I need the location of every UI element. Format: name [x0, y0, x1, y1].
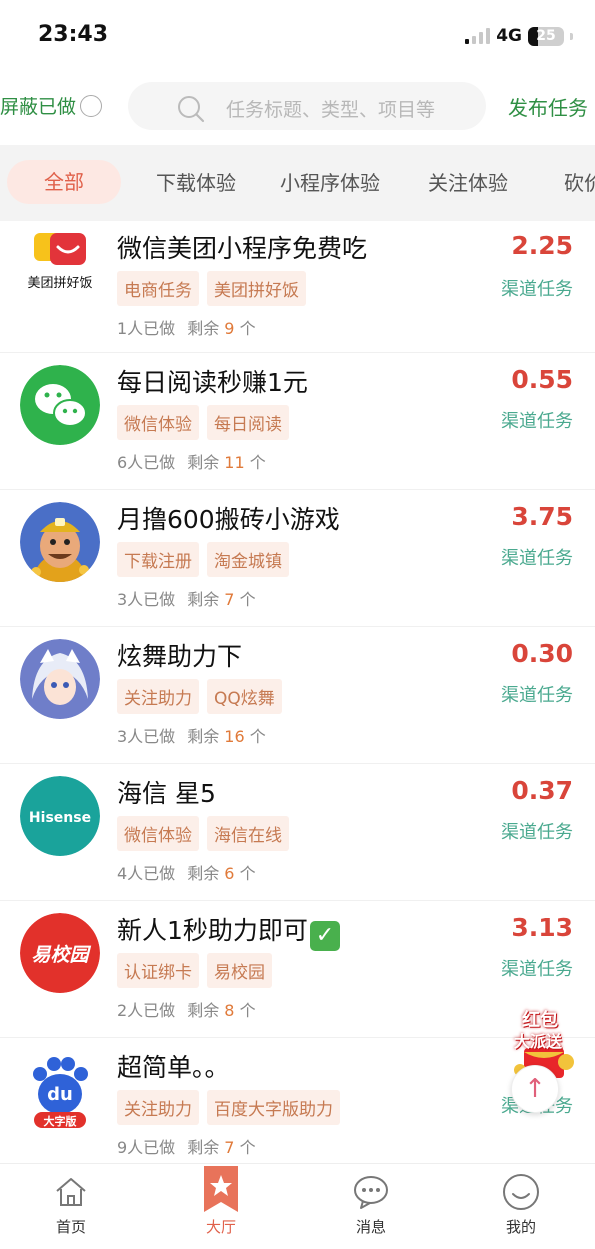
nav-profile[interactable]: 我的 — [476, 1172, 566, 1237]
task-tag: 关注助力 — [117, 1090, 199, 1125]
qq-dance-icon — [20, 639, 100, 719]
wechat-logo-icon — [20, 365, 100, 445]
channel-label: 渠道任务 — [501, 411, 573, 432]
red-packet-text-2: 大派送 — [514, 1032, 563, 1051]
task-item[interactable]: 每日阅读秒赚1元 微信体验 每日阅读 6人已做 剩余 11 个 0.55 渠道任务 — [0, 353, 595, 490]
task-price: 2.25 — [511, 231, 573, 260]
signal-icon — [465, 28, 491, 44]
category-tabs: 全部 下载体验 小程序体验 关注体验 砍价 — [0, 145, 595, 221]
tab-all[interactable]: 全部 — [7, 160, 121, 204]
channel-label: 渠道任务 — [501, 685, 573, 706]
channel-label: 渠道任务 — [501, 959, 573, 980]
task-tag: 微信体验 — [117, 816, 199, 851]
nav-hall[interactable]: 大厅 — [176, 1166, 266, 1237]
meituan-logo-icon: 美团拼好饭 — [20, 227, 100, 307]
task-meta: 3人已做 剩余 16 个 — [117, 727, 266, 746]
task-meta: 4人已做 剩余 6 个 — [117, 864, 256, 883]
channel-label: 渠道任务 — [501, 279, 573, 300]
search-placeholder: 任务标题、类型、项目等 — [226, 99, 436, 121]
channel-label: 渠道任务 — [501, 822, 573, 843]
home-icon — [56, 1178, 86, 1206]
task-title: 新人1秒助力即可 ✓ — [117, 911, 340, 951]
task-tag: 海信在线 — [207, 816, 289, 851]
task-title: 月撸600搬砖小游戏 — [117, 505, 340, 534]
hisense-logo-icon: Hisense — [20, 776, 100, 856]
hide-done-label: 屏蔽已做 — [0, 96, 77, 118]
nav-label: 我的 — [505, 1218, 536, 1236]
chat-bubble-icon — [354, 1176, 388, 1209]
status-time: 23:43 — [38, 22, 109, 47]
search-header: 屏蔽已做 任务标题、类型、项目等 发布任务 — [0, 80, 595, 134]
task-item[interactable]: 月撸600搬砖小游戏 下载注册 淘金城镇 3人已做 剩余 7 个 3.75 渠道任… — [0, 490, 595, 627]
task-item[interactable]: 炫舞助力下 关注助力 QQ炫舞 3人已做 剩余 16 个 0.30 渠道任务 — [0, 627, 595, 764]
task-tag: 电商任务 — [117, 271, 199, 306]
baidu-logo-text: du — [47, 1084, 73, 1105]
task-item[interactable]: du 大字版 超简单。。 关注助力 百度大字版助力 9人已做剩余 7 个 渠道任… — [0, 1038, 595, 1175]
yixiaoyuan-logo-icon: 易校园 — [20, 913, 100, 993]
publish-task-button[interactable]: 发布任务 — [508, 92, 588, 121]
task-price: 0.37 — [511, 776, 573, 805]
hide-done-toggle[interactable]: 屏蔽已做 — [0, 92, 103, 119]
task-meta: 2人已做 剩余 8 个 — [117, 1001, 256, 1020]
tab-follow[interactable]: 关注体验 — [428, 167, 508, 196]
task-title: 微信美团小程序免费吃 — [117, 234, 368, 263]
task-tag: 美团拼好饭 — [207, 271, 306, 306]
task-meta: 9人已做 剩余 7 个 — [117, 1138, 256, 1157]
task-item[interactable]: Hisense 海信 星5 微信体验 海信在线 4人已做 剩余 6 个 0.37 … — [0, 764, 595, 901]
task-price: 3.13 — [511, 913, 573, 942]
task-list: 美团拼好饭 微信美团小程序免费吃 电商任务 美团拼好饭 1人已做 剩余 9 个 2… — [0, 221, 595, 1175]
meituan-logo-text: 美团拼好饭 — [27, 276, 92, 291]
task-tag: 关注助力 — [117, 679, 199, 714]
star-bookmark-icon — [204, 1166, 238, 1212]
task-meta: 6人已做 剩余 11 个 — [117, 453, 266, 472]
task-tag: QQ炫舞 — [207, 679, 282, 714]
search-icon — [178, 96, 205, 123]
battery-icon: 25 — [528, 26, 564, 46]
task-meta: 1人已做 剩余 9 个 — [117, 319, 256, 338]
nav-label: 消息 — [355, 1218, 386, 1236]
task-tag: 百度大字版助力 — [207, 1090, 340, 1125]
task-tag: 每日阅读 — [207, 405, 289, 440]
task-tag: 易校园 — [207, 953, 272, 988]
hisense-logo-text: Hisense — [29, 810, 91, 826]
status-bar: 23:43 4G 25 — [0, 0, 595, 72]
task-tag: 认证绑卡 — [117, 953, 199, 988]
nav-label: 大厅 — [205, 1218, 236, 1236]
task-title: 超简单。。 — [117, 1053, 230, 1082]
task-price: 0.30 — [511, 639, 573, 668]
miner-game-icon — [20, 502, 100, 582]
network-type: 4G — [496, 26, 522, 46]
yixiaoyuan-logo-text: 易校园 — [31, 944, 91, 966]
nav-label: 首页 — [55, 1218, 86, 1236]
radio-circle-icon[interactable] — [80, 94, 103, 117]
channel-label: 渠道任务 — [501, 548, 573, 569]
baidu-logo-subtext: 大字版 — [44, 1114, 77, 1128]
smile-face-icon — [503, 1174, 539, 1210]
arrow-up-icon[interactable]: ↑ — [511, 1065, 559, 1113]
nav-messages[interactable]: 消息 — [326, 1172, 416, 1237]
battery-level: 25 — [536, 27, 556, 44]
status-indicators: 4G 25 — [465, 26, 573, 46]
task-price: 0.55 — [511, 365, 573, 394]
task-tag: 下载注册 — [117, 542, 199, 577]
task-tag: 淘金城镇 — [207, 542, 289, 577]
task-title: 海信 星5 — [117, 779, 216, 808]
baidu-logo-icon: du 大字版 — [20, 1050, 100, 1130]
check-mark-icon: ✓ — [309, 921, 340, 951]
task-meta: 3人已做 剩余 7 个 — [117, 590, 256, 609]
task-title: 每日阅读秒赚1元 — [117, 368, 308, 397]
tab-mini-program[interactable]: 小程序体验 — [280, 167, 380, 196]
task-price: 3.75 — [511, 502, 573, 531]
search-input[interactable]: 任务标题、类型、项目等 — [128, 82, 486, 130]
task-title: 炫舞助力下 — [117, 642, 243, 671]
nav-home[interactable]: 首页 — [26, 1172, 116, 1237]
tab-download[interactable]: 下载体验 — [156, 167, 236, 196]
task-item[interactable]: 易校园 新人1秒助力即可 ✓ 认证绑卡 易校园 2人已做 剩余 8 个 3.13 渠… — [0, 901, 595, 1038]
task-tag: 微信体验 — [117, 405, 199, 440]
task-item[interactable]: 美团拼好饭 微信美团小程序免费吃 电商任务 美团拼好饭 1人已做 剩余 9 个 2… — [0, 221, 595, 353]
bottom-nav: 首页 大厅 消息 我的 — [0, 1163, 595, 1249]
tab-bargain[interactable]: 砍价 — [564, 167, 595, 196]
